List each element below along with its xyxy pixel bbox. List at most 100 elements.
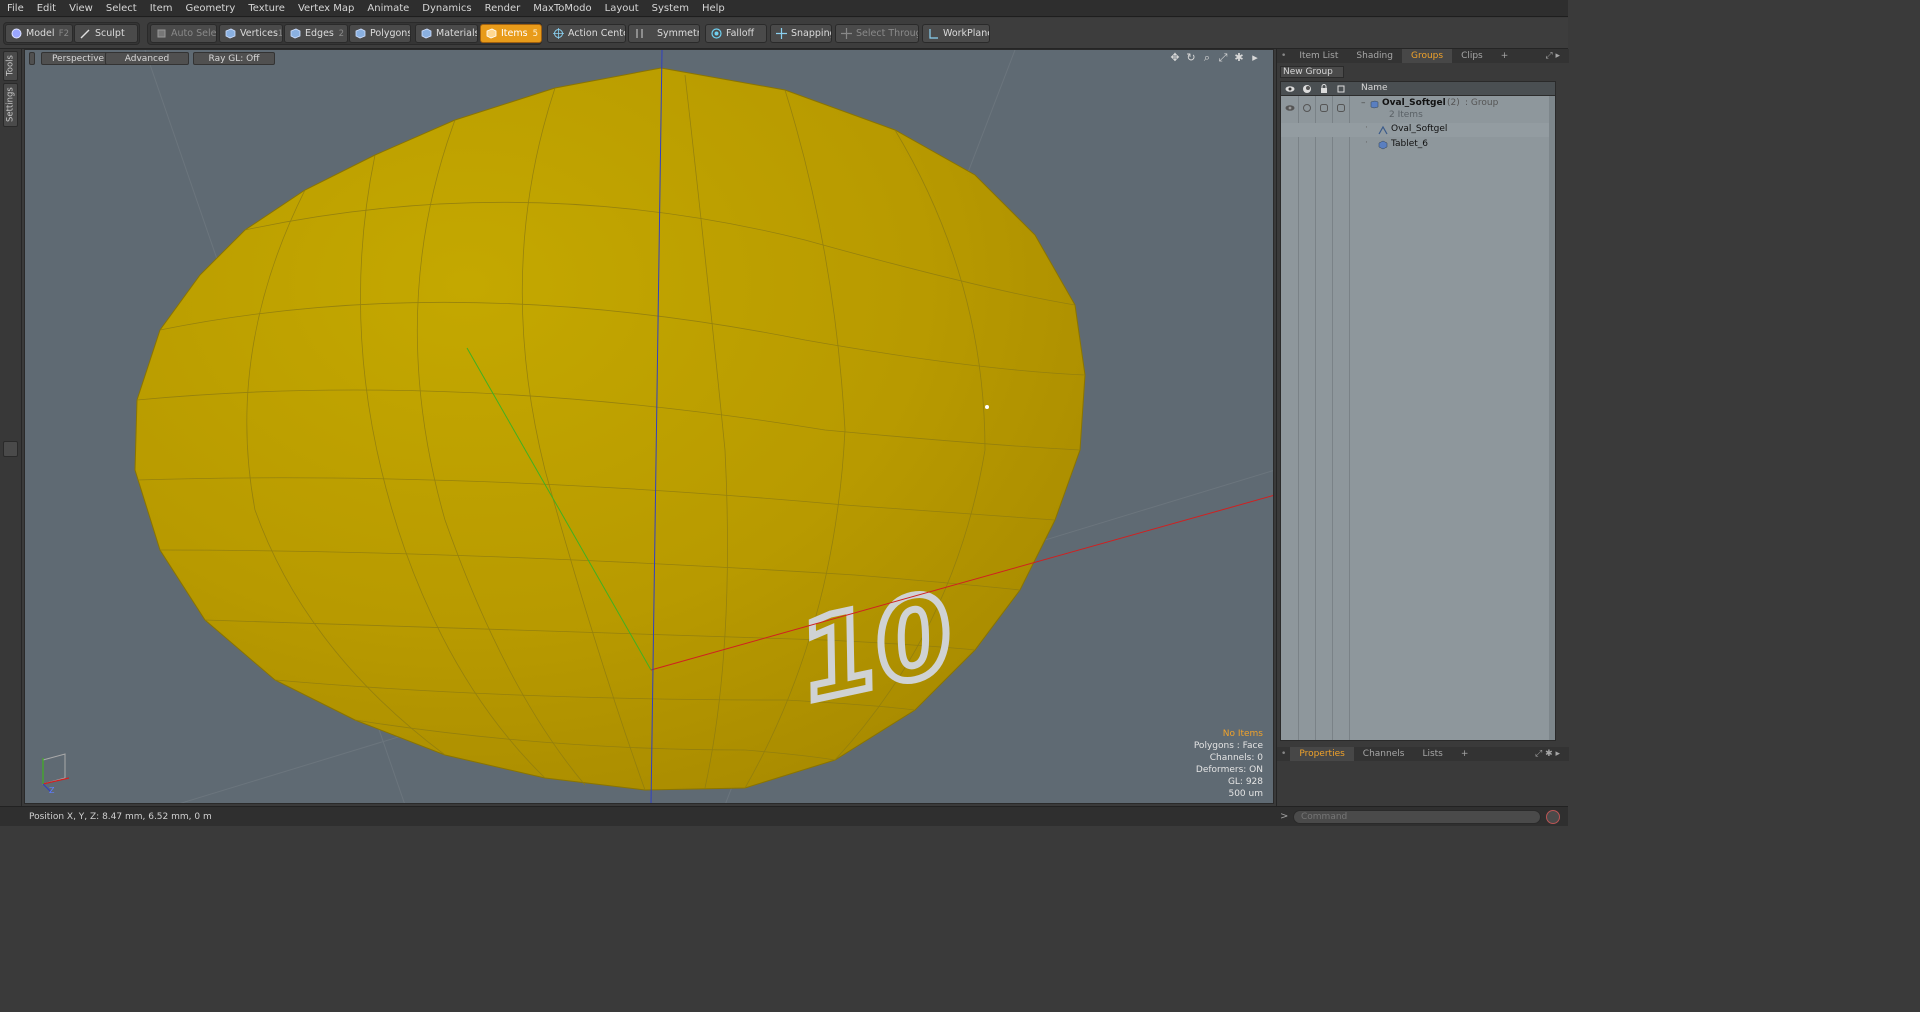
viewport-menu-dot[interactable] [29, 52, 35, 65]
materials-button[interactable]: Materials [415, 24, 478, 43]
items-button[interactable]: Items 5 [480, 24, 542, 43]
move-icon[interactable]: ✥ [1169, 52, 1181, 64]
menu-edit[interactable]: Edit [30, 0, 62, 17]
status-bar: Position X, Y, Z: 8.47 mm, 6.52 mm, 0 m … [0, 806, 1568, 826]
menu-maxtomodo[interactable]: MaxToModo [526, 0, 597, 17]
menu-select[interactable]: Select [99, 0, 143, 17]
polygons-label: Polygons [370, 28, 411, 39]
menu-help[interactable]: Help [695, 0, 731, 17]
model-hotkey: F2 [58, 28, 69, 39]
menu-system[interactable]: System [645, 0, 695, 17]
panel-dot-icon[interactable]: • [1277, 49, 1290, 63]
falloff-icon [711, 28, 722, 39]
rotate-icon[interactable]: ↻ [1185, 52, 1197, 64]
menu-vertex-map[interactable]: Vertex Map [291, 0, 360, 17]
tab-channels[interactable]: Channels [1354, 747, 1414, 761]
panel-dot-icon[interactable]: • [1277, 747, 1290, 761]
snapping-button[interactable]: Snapping [770, 24, 832, 43]
add-tab-icon[interactable]: + [1492, 49, 1518, 63]
menu-file[interactable]: File [0, 0, 30, 17]
child-item-name: Oval_Softgel [1391, 124, 1448, 134]
tree-row-group[interactable]: – Oval_Softgel (2) : Group 2 Items [1281, 97, 1555, 122]
viewport-nav-icons: ✥ ↻ ⌕ ⤢ ✱ ▸ [1169, 52, 1261, 64]
viewport-canvas[interactable]: 10 Z [25, 50, 1274, 804]
tab-item-list[interactable]: Item List [1290, 49, 1347, 63]
vertices-button[interactable]: Vertices 1 [219, 24, 283, 43]
action-center-button[interactable]: Action Center [547, 24, 626, 43]
raygl-button[interactable]: Ray GL: Off [193, 52, 275, 65]
collapse-icon[interactable]: – [1361, 98, 1366, 108]
tab-properties[interactable]: Properties [1290, 747, 1354, 761]
workplane-button[interactable]: WorkPlane [922, 24, 990, 43]
lock-icon[interactable] [1319, 84, 1329, 94]
column-divider [1315, 96, 1316, 740]
perspective-button[interactable]: Perspective [41, 52, 115, 65]
chevron-right-icon[interactable]: ▸ [1249, 52, 1261, 64]
new-group-button[interactable]: New Group [1280, 66, 1344, 78]
select-toggle-icon[interactable] [1336, 103, 1346, 113]
eye-icon[interactable] [1285, 84, 1295, 94]
falloff-button[interactable]: Falloff [705, 24, 767, 43]
tree-row-child[interactable]: · Tablet_6 [1281, 138, 1555, 152]
model-button[interactable]: Model F2 [5, 24, 73, 43]
tab-groups[interactable]: Groups [1401, 49, 1453, 63]
tab-clips[interactable]: Clips [1452, 49, 1492, 63]
menu-layout[interactable]: Layout [598, 0, 645, 17]
expand-icon[interactable]: ⤢ ▸ [1536, 49, 1569, 63]
polygons-button[interactable]: Polygons [349, 24, 411, 43]
tree-scrollbar[interactable] [1549, 96, 1555, 740]
group-items-count: 2 Items [1389, 110, 1423, 120]
command-arrow-icon: > [1280, 811, 1289, 822]
svg-text:Z: Z [49, 786, 55, 795]
action-center-icon [553, 28, 564, 39]
tab-tools[interactable]: Tools [3, 51, 18, 81]
tree-branch: · [1365, 123, 1368, 133]
gear-icon[interactable]: ✱ [1233, 52, 1245, 64]
expand-icon[interactable]: ⤢ ✱ ▸ [1526, 747, 1569, 761]
tab-shading[interactable]: Shading [1347, 49, 1402, 63]
visibility-eye-icon[interactable] [1285, 103, 1295, 113]
menu-dynamics[interactable]: Dynamics [415, 0, 477, 17]
brush-icon [80, 29, 90, 39]
sculpt-button[interactable]: Sculpt [74, 24, 138, 43]
add-tab-icon[interactable]: + [1452, 747, 1478, 761]
render-icon[interactable] [1302, 84, 1312, 94]
auto-select-button[interactable]: Auto Select [150, 24, 217, 43]
child-item-name: Tablet_6 [1391, 139, 1429, 149]
model-icon [11, 28, 22, 39]
menu-render[interactable]: Render [478, 0, 527, 17]
advanced-button[interactable]: Advanced [105, 52, 189, 65]
menu-texture[interactable]: Texture [241, 0, 291, 17]
command-history-button[interactable] [1546, 810, 1560, 824]
3d-viewport[interactable]: 10 Z Perspective Advanced Ray GL: Off ✥ … [24, 49, 1274, 804]
symmetry-button[interactable]: Symmetry [628, 24, 700, 43]
render-toggle-icon[interactable] [1302, 103, 1312, 113]
viewport-info: No Items Polygons : Face Channels: 0 Def… [1194, 728, 1263, 800]
lock-toggle-icon[interactable] [1319, 103, 1329, 113]
tab-lists[interactable]: Lists [1413, 747, 1451, 761]
menu-animate[interactable]: Animate [360, 0, 415, 17]
hud-deformers: Deformers: ON [1195, 765, 1263, 775]
strip-toggle[interactable] [3, 441, 18, 457]
command-input[interactable] [1293, 810, 1541, 824]
snapping-label: Snapping [791, 28, 832, 39]
select-through-button[interactable]: Select Through [835, 24, 919, 43]
items-icon [486, 28, 497, 39]
select-through-label: Select Through [856, 28, 918, 39]
edges-hotkey: 2 [338, 28, 344, 39]
maximize-icon[interactable]: ⤢ [1217, 52, 1229, 64]
toolbar: Model F2 Sculpt Auto Select Vertices 1 E… [0, 18, 1568, 49]
tree-row-child[interactable]: · Oval_Softgel [1281, 123, 1555, 137]
edges-button[interactable]: Edges 2 [284, 24, 348, 43]
group-icon [1370, 100, 1379, 109]
zoom-icon[interactable]: ⌕ [1201, 52, 1213, 64]
menu-view[interactable]: View [62, 0, 99, 17]
select-icon[interactable] [1336, 84, 1346, 94]
vertices-label: Vertices [240, 28, 278, 39]
menu-item[interactable]: Item [143, 0, 179, 17]
hud-channels: Channels: 0 [1209, 753, 1263, 763]
mesh-icon [1378, 125, 1388, 135]
menu-geometry[interactable]: Geometry [178, 0, 241, 17]
hud-scale: 500 um [1228, 789, 1263, 799]
tab-settings[interactable]: Settings [3, 83, 18, 127]
